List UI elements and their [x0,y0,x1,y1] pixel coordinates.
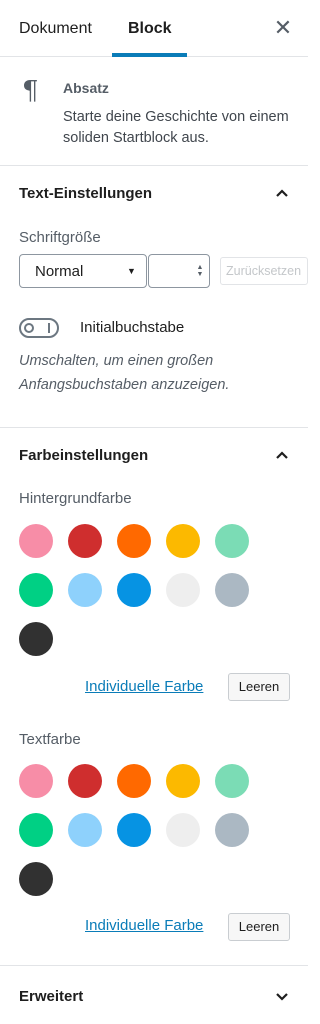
paragraph-icon: ¶ [22,76,39,106]
background-color-swatch[interactable] [215,573,249,607]
text-color-swatch[interactable] [166,764,200,798]
background-color-swatch[interactable] [117,573,151,607]
text-color-swatch[interactable] [117,764,151,798]
text-color-swatch[interactable] [68,813,102,847]
background-color-swatch[interactable] [166,524,200,558]
toggle-off-mark [48,323,50,333]
drop-cap-label: Initialbuchstabe [80,319,185,336]
drop-cap-toggle[interactable] [19,318,59,338]
active-tab-indicator [112,53,187,57]
text-settings-heading[interactable]: Text-Einstellungen [19,185,152,202]
background-color-swatch[interactable] [166,573,200,607]
reset-font-size-button[interactable]: Zurücksetzen [220,257,308,285]
background-color-swatch[interactable] [19,524,53,558]
background-color-label: Hintergrundfarbe [19,490,132,507]
chevron-up-icon[interactable] [272,445,292,465]
background-custom-color-link[interactable]: Individuelle Farbe [85,678,203,695]
tab-block[interactable]: Block [128,20,172,38]
block-card: ¶ Absatz Starte deine Geschichte von ein… [0,58,308,166]
custom-font-size-input[interactable]: ▲ ▼ [148,254,210,288]
close-icon[interactable]: ✕ [270,15,296,41]
text-color-swatch[interactable] [166,813,200,847]
tab-document[interactable]: Dokument [19,20,92,38]
background-color-swatch[interactable] [68,524,102,558]
text-custom-color-link[interactable]: Individuelle Farbe [85,917,203,934]
block-description: Starte deine Geschichte von einem solide… [63,109,289,146]
text-color-swatch[interactable] [215,813,249,847]
text-color-swatch[interactable] [19,862,53,896]
advanced-heading[interactable]: Erweitert [19,988,83,1005]
background-color-swatch[interactable] [117,524,151,558]
text-color-swatch[interactable] [19,764,53,798]
text-color-swatch[interactable] [117,813,151,847]
text-color-label: Textfarbe [19,731,81,748]
text-color-swatch[interactable] [19,813,53,847]
background-color-swatch[interactable] [19,573,53,607]
dropdown-arrow-icon: ▼ [127,266,136,276]
toggle-knob [24,323,34,333]
text-color-swatch[interactable] [68,764,102,798]
block-title: Absatz [63,80,109,96]
chevron-up-icon[interactable] [272,183,292,203]
sidebar-tabs: Dokument Block ✕ [0,0,308,57]
chevron-down-icon[interactable] [272,986,292,1006]
text-clear-button[interactable]: Leeren [228,913,290,941]
background-color-swatch[interactable] [68,573,102,607]
background-color-swatch[interactable] [19,622,53,656]
font-size-select[interactable]: Normal ▼ [19,254,147,288]
color-settings-heading[interactable]: Farbeinstellungen [19,447,148,464]
font-size-value: Normal [35,263,84,280]
drop-cap-help-text: Umschalten, um einen großen Anfangsbuchs… [19,353,230,393]
background-color-swatch[interactable] [215,524,249,558]
background-clear-button[interactable]: Leeren [228,673,290,701]
font-size-label: Schriftgröße [19,229,101,246]
text-color-swatch[interactable] [215,764,249,798]
spinner-icon[interactable]: ▲ ▼ [195,264,205,278]
